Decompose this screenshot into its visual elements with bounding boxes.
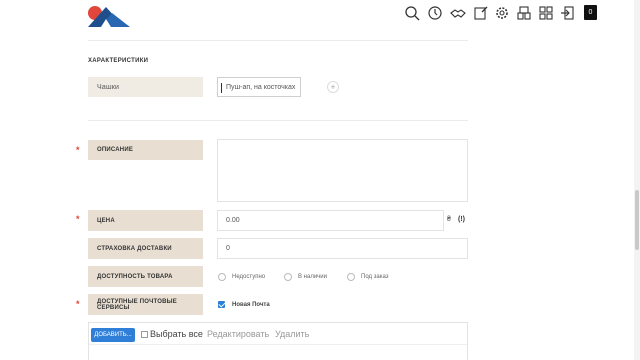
availability-option-on-order[interactable]: Под заказ xyxy=(347,273,389,281)
delete-photos-link[interactable]: Удалить xyxy=(275,329,309,339)
currency-symbol: ₴ xyxy=(447,216,451,223)
add-photos-button[interactable]: ДОБАВИТЬ... xyxy=(91,328,135,342)
postal-service-nova-poshta[interactable]: Новая Почта xyxy=(218,301,270,308)
radio-label: В наличии xyxy=(298,274,328,280)
clock-icon[interactable] xyxy=(426,4,444,22)
handshake-icon[interactable] xyxy=(449,4,467,22)
text-cursor xyxy=(221,83,222,93)
checkbox-checked-icon[interactable] xyxy=(218,301,225,308)
characteristic-value-input[interactable]: Пуш-ап, на косточках xyxy=(217,77,301,97)
gear-icon[interactable] xyxy=(493,4,511,22)
required-mark: * xyxy=(76,145,80,155)
characteristic-value-text: Пуш-ап, на косточках xyxy=(226,83,296,91)
divider xyxy=(88,120,468,121)
cart-badge[interactable]: 0 xyxy=(584,5,597,20)
layers-icon[interactable] xyxy=(515,4,533,22)
price-label: ЦЕНА xyxy=(88,210,203,231)
search-icon[interactable] xyxy=(403,4,421,22)
required-mark: * xyxy=(76,299,80,309)
radio-circle[interactable] xyxy=(218,273,226,281)
divider xyxy=(88,40,468,41)
radio-circle[interactable] xyxy=(347,273,355,281)
availability-option-unavailable[interactable]: Недоступно xyxy=(218,273,265,281)
logout-icon[interactable] xyxy=(559,4,577,22)
insurance-label: СТРАХОВКА ДОСТАВКИ xyxy=(88,238,203,259)
availability-label: ДОСТУПНОСТЬ ТОВАРА xyxy=(88,266,203,287)
scrollbar-thumb[interactable] xyxy=(635,190,639,250)
insurance-value: 0 xyxy=(226,245,230,252)
description-textarea[interactable] xyxy=(217,139,468,202)
characteristic-name: Чашки xyxy=(88,77,203,97)
availability-option-in-stock[interactable]: В наличии xyxy=(284,273,327,281)
page-scrollbar[interactable] xyxy=(634,0,640,360)
characteristics-title: ХАРАКТЕРИСТИКИ xyxy=(88,58,149,64)
photos-panel: ДОБАВИТЬ... Выбрать все Редактировать Уд… xyxy=(88,322,468,360)
price-value: 0.00 xyxy=(226,217,240,224)
photos-toolbar: ДОБАВИТЬ... Выбрать все Редактировать Уд… xyxy=(89,323,467,345)
logo-icon[interactable] xyxy=(86,3,132,27)
add-characteristic-button[interactable]: + xyxy=(327,81,339,93)
price-info-icon[interactable]: (!) xyxy=(458,216,465,223)
radio-label: Недоступно xyxy=(232,274,266,280)
edit-photos-link[interactable]: Редактировать xyxy=(207,329,269,339)
select-all-label: Выбрать все xyxy=(150,329,203,339)
grid-icon[interactable] xyxy=(537,4,555,22)
description-label: ОПИСАНИЕ xyxy=(88,140,203,160)
top-header: 0 xyxy=(0,0,640,28)
select-all-checkbox[interactable]: Выбрать все xyxy=(141,329,203,339)
radio-label: Под заказ xyxy=(361,274,389,280)
price-input[interactable]: 0.00 xyxy=(217,210,444,231)
insurance-input[interactable]: 0 xyxy=(217,238,468,259)
required-mark: * xyxy=(76,214,80,224)
edit-icon[interactable] xyxy=(472,4,490,22)
radio-circle[interactable] xyxy=(284,273,292,281)
postal-service-label: Новая Почта xyxy=(232,301,270,308)
postal-services-label: ДОСТУПНЫЕ ПОЧТОВЫЕ СЕРВИСЫ xyxy=(88,294,203,315)
checkbox-icon[interactable] xyxy=(141,330,148,338)
